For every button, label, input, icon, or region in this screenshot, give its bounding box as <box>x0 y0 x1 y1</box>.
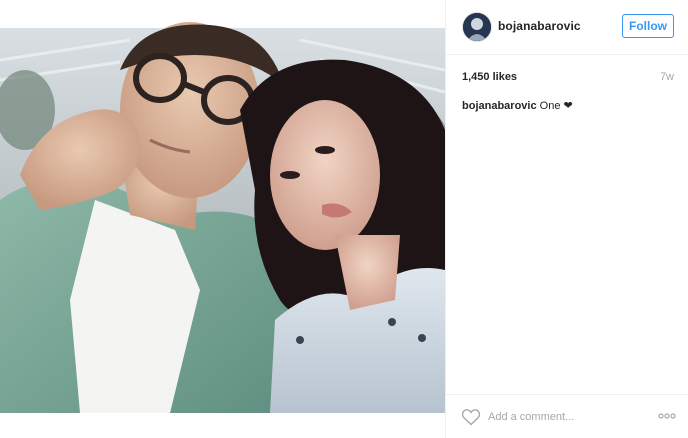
heart-outline-icon[interactable] <box>461 408 481 426</box>
post-header: bojanabarovic Follow <box>446 0 688 55</box>
avatar-image <box>463 13 491 41</box>
caption-username[interactable]: bojanabarovic <box>462 100 537 112</box>
post-modal: bojanabarovic Follow 1,450 likes 7w boja… <box>0 0 688 438</box>
photo-image <box>0 0 445 438</box>
post-footer <box>446 394 688 438</box>
more-options-icon[interactable] <box>657 409 677 423</box>
heart-emoji: ❤ <box>563 100 573 112</box>
username-link[interactable]: bojanabarovic <box>498 19 581 33</box>
avatar[interactable] <box>462 12 492 42</box>
post-caption: bojanabarovic One ❤ <box>462 99 573 112</box>
post-photo[interactable] <box>0 0 445 438</box>
post-timestamp[interactable]: 7w <box>660 71 674 83</box>
caption-text: One <box>539 100 561 112</box>
comment-input[interactable] <box>486 407 640 427</box>
likes-count[interactable]: 1,450 likes <box>462 71 517 83</box>
follow-button[interactable]: Follow <box>622 14 674 38</box>
post-sidebar: bojanabarovic Follow 1,450 likes 7w boja… <box>445 0 688 438</box>
